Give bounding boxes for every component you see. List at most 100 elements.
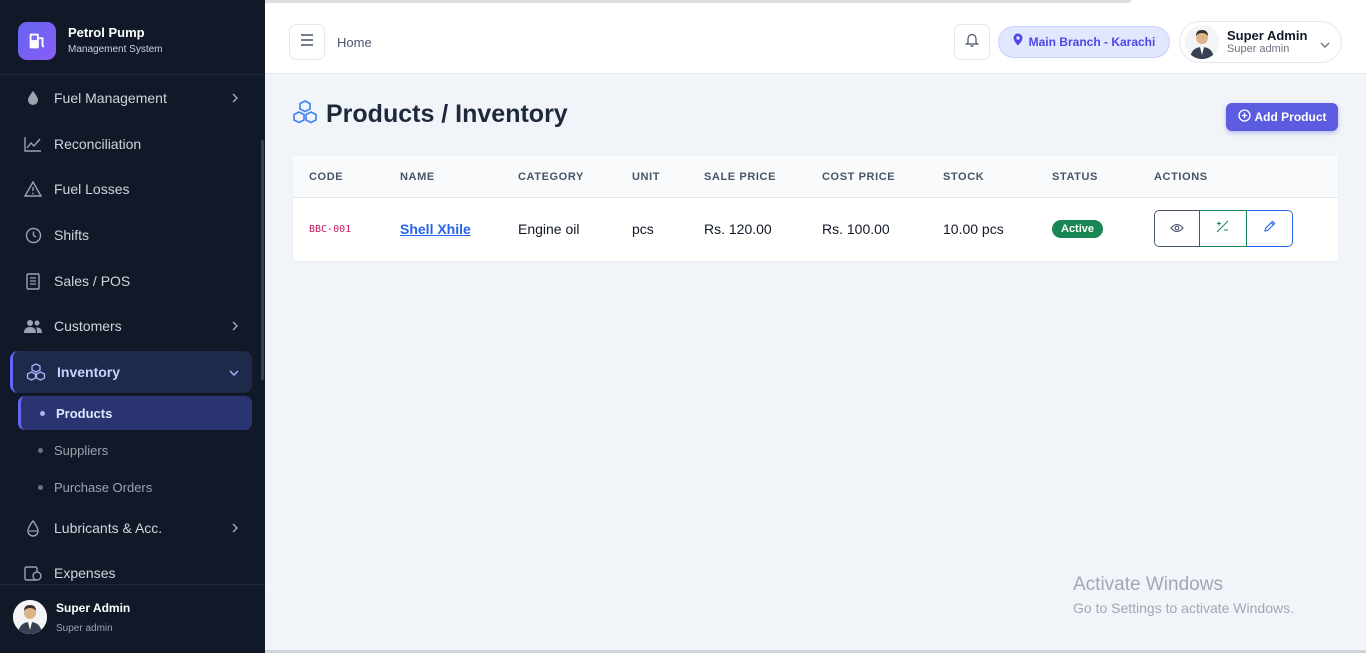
cell-cost-price: Rs. 100.00	[822, 221, 890, 237]
header-user-role: Super admin	[1227, 43, 1290, 55]
chevron-right-icon	[230, 91, 240, 109]
windows-activation-watermark: Activate Windows Go to Settings to activ…	[1073, 574, 1294, 616]
column-header-stock[interactable]: STOCK	[943, 171, 984, 183]
users-icon	[22, 315, 44, 337]
cell-sale-price: Rs. 120.00	[704, 221, 772, 237]
brand[interactable]: Petrol Pump Management System	[18, 22, 163, 60]
column-header-category[interactable]: CATEGORY	[518, 171, 584, 183]
hamburger-icon	[300, 33, 314, 51]
adjust-stock-button[interactable]	[1200, 210, 1247, 247]
browser-tab-bar	[160, 0, 1132, 3]
notifications-button[interactable]	[954, 24, 990, 60]
page-title: Products / Inventory	[326, 100, 568, 128]
page-header: Products / Inventory	[292, 100, 568, 129]
watermark-subtitle: Go to Settings to activate Windows.	[1073, 600, 1294, 616]
user-menu[interactable]: Super Admin Super admin	[1179, 21, 1342, 63]
table-header-row: CODE NAME CATEGORY UNIT SALE PRICE COST …	[293, 156, 1338, 198]
column-header-cost-price[interactable]: COST PRICE	[822, 171, 895, 183]
sidebar-item-label: Inventory	[57, 364, 121, 380]
sidebar-divider	[0, 584, 265, 585]
boxes-icon	[292, 100, 318, 129]
sidebar-subitem-suppliers[interactable]: Suppliers	[18, 433, 252, 467]
column-header-status[interactable]: STATUS	[1052, 171, 1098, 183]
sidebar-item-shifts[interactable]: Shifts	[10, 214, 252, 256]
branch-selector[interactable]: Main Branch - Karachi	[998, 26, 1170, 58]
fuel-pump-icon	[18, 22, 56, 60]
brand-subtitle: Management System	[68, 44, 163, 55]
warning-triangle-icon	[22, 178, 44, 200]
sidebar-subitem-purchase-orders[interactable]: Purchase Orders	[18, 470, 252, 504]
bullet-icon	[40, 410, 45, 416]
cell-stock: 10.00 pcs	[943, 221, 1004, 237]
bullet-icon	[38, 484, 43, 490]
boxes-icon	[25, 361, 47, 383]
row-actions	[1154, 210, 1293, 247]
cell-code: BBC-001	[309, 224, 352, 235]
sidebar-subitem-label: Suppliers	[54, 442, 109, 458]
sidebar-item-expenses[interactable]: Expenses	[10, 552, 252, 594]
column-header-sale-price[interactable]: SALE PRICE	[704, 171, 776, 183]
sidebar-item-label: Fuel Management	[54, 90, 167, 106]
top-header: Home Main Branch - Karachi Super Admin S…	[265, 10, 1366, 74]
sidebar-item-label: Lubricants & Acc.	[54, 520, 163, 536]
header-user-name: Super Admin	[1227, 28, 1308, 43]
product-name-link[interactable]: Shell Xhile	[400, 221, 471, 237]
sidebar-item-fuel-management[interactable]: Fuel Management	[10, 77, 252, 119]
sidebar-item-customers[interactable]: Customers	[10, 305, 252, 347]
location-pin-icon	[1013, 33, 1023, 51]
sidebar-item-fuel-losses[interactable]: Fuel Losses	[10, 168, 252, 210]
sidebar-item-label: Reconciliation	[54, 136, 142, 152]
sidebar-subitem-products[interactable]: Products	[18, 396, 252, 430]
sidebar-item-inventory[interactable]: Inventory	[10, 351, 252, 393]
sidebar-scrollbar[interactable]	[261, 140, 264, 380]
bullet-icon	[38, 447, 43, 453]
column-header-unit[interactable]: UNIT	[632, 171, 660, 183]
receipt-icon	[22, 270, 44, 292]
clock-icon	[22, 224, 44, 246]
sidebar-item-label: Expenses	[54, 565, 116, 581]
chevron-down-icon	[1319, 37, 1331, 55]
sidebar-item-label: Sales / POS	[54, 273, 131, 289]
bell-icon	[964, 32, 980, 52]
sidebar-item-label: Fuel Losses	[54, 181, 130, 197]
expense-icon	[22, 562, 44, 584]
sidebar-divider	[0, 74, 265, 75]
sidebar-subitem-label: Purchase Orders	[54, 479, 153, 495]
avatar	[1185, 25, 1219, 59]
watermark-title: Activate Windows	[1073, 574, 1223, 595]
trend-chart-icon	[22, 133, 44, 155]
avatar	[13, 600, 47, 634]
sidebar-item-label: Customers	[54, 318, 122, 334]
plus-minus-icon	[1216, 220, 1229, 238]
sidebar-item-sales-pos[interactable]: Sales / POS	[10, 260, 252, 302]
sidebar-subitem-label: Products	[56, 405, 113, 421]
cell-unit: pcs	[632, 221, 654, 237]
status-badge: Active	[1052, 220, 1104, 238]
oil-drop-icon	[22, 517, 44, 539]
view-button[interactable]	[1154, 210, 1201, 247]
droplet-icon	[22, 87, 44, 109]
sidebar-item-reconciliation[interactable]: Reconciliation	[10, 123, 252, 165]
eye-icon	[1170, 220, 1184, 238]
column-header-name[interactable]: NAME	[400, 171, 435, 183]
breadcrumb[interactable]: Home	[337, 35, 372, 50]
sidebar-user[interactable]: Super Admin Super admin	[13, 600, 130, 634]
edit-button[interactable]	[1246, 210, 1293, 247]
chevron-down-icon	[228, 365, 240, 383]
branch-label: Main Branch - Karachi	[1028, 35, 1156, 49]
sidebar-user-name: Super Admin	[56, 600, 131, 615]
products-table: CODE NAME CATEGORY UNIT SALE PRICE COST …	[293, 156, 1338, 261]
column-header-code[interactable]: CODE	[309, 171, 343, 183]
sidebar: Petrol Pump Management System Fuel Manag…	[0, 0, 265, 653]
brand-title: Petrol Pump	[68, 25, 145, 40]
sidebar-item-label: Shifts	[54, 227, 90, 243]
chevron-right-icon	[230, 521, 240, 539]
sidebar-item-lubricants[interactable]: Lubricants & Acc.	[10, 507, 252, 549]
sidebar-user-role: Super admin	[56, 622, 113, 634]
plus-circle-icon	[1237, 109, 1251, 125]
chevron-right-icon	[230, 319, 240, 337]
pencil-icon	[1263, 220, 1276, 238]
column-header-actions: ACTIONS	[1154, 171, 1208, 183]
add-product-button[interactable]: Add Product	[1226, 103, 1338, 131]
menu-toggle-button[interactable]	[289, 24, 325, 60]
